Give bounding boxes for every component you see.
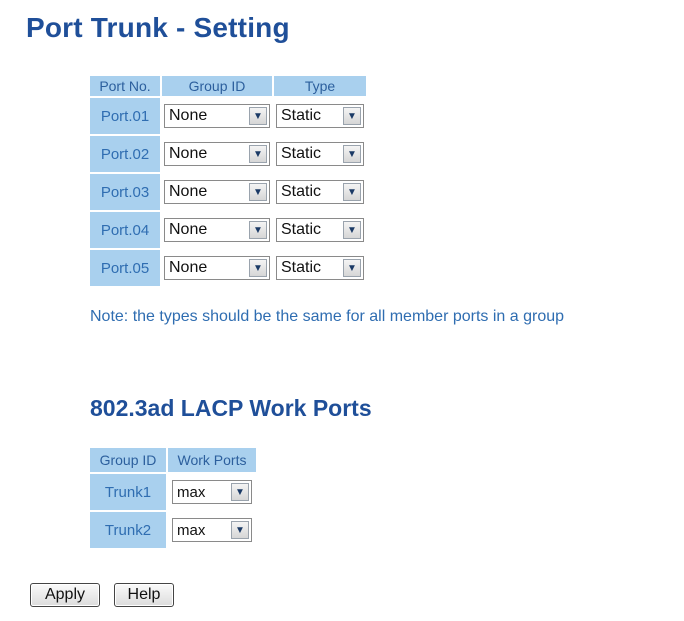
work-ports-select[interactable]: max ▼ <box>172 480 252 504</box>
note-text: Note: the types should be the same for a… <box>90 308 565 325</box>
apply-button[interactable]: Apply <box>30 583 100 607</box>
page-title: Port Trunk - Setting <box>26 12 290 43</box>
type-value: Static <box>281 183 322 200</box>
table-row: Port.02 None ▼ Static ▼ <box>90 136 366 172</box>
help-button[interactable]: Help <box>114 583 174 607</box>
table-row: Trunk2 max ▼ <box>90 512 256 548</box>
port-label: Port.04 <box>90 212 160 248</box>
table-row: Port.04 None ▼ Static ▼ <box>90 212 366 248</box>
header-work-ports: Work Ports <box>168 448 256 472</box>
lacp-section-title: 802.3ad LACP Work Ports <box>90 395 372 421</box>
chevron-down-icon[interactable]: ▼ <box>343 183 361 201</box>
group-id-value: None <box>169 221 208 238</box>
type-select[interactable]: Static ▼ <box>276 218 364 242</box>
chevron-down-icon[interactable]: ▼ <box>343 221 361 239</box>
table-row: Port.05 None ▼ Static ▼ <box>90 250 366 286</box>
type-value: Static <box>281 259 322 276</box>
type-value: Static <box>281 107 322 124</box>
type-select[interactable]: Static ▼ <box>276 142 364 166</box>
header-type: Type <box>274 76 366 96</box>
chevron-down-icon[interactable]: ▼ <box>249 259 267 277</box>
chevron-down-icon[interactable]: ▼ <box>231 483 249 501</box>
chevron-down-icon[interactable]: ▼ <box>249 221 267 239</box>
chevron-down-icon[interactable]: ▼ <box>249 183 267 201</box>
port-trunk-table: Port No. Group ID Type Port.01 None ▼ Sta… <box>88 74 368 288</box>
port-label: Port.02 <box>90 136 160 172</box>
group-id-select[interactable]: None ▼ <box>164 104 270 128</box>
type-select[interactable]: Static ▼ <box>276 104 364 128</box>
group-id-select[interactable]: None ▼ <box>164 256 270 280</box>
chevron-down-icon[interactable]: ▼ <box>231 521 249 539</box>
table-row: Trunk1 max ▼ <box>90 474 256 510</box>
table-row: Port.03 None ▼ Static ▼ <box>90 174 366 210</box>
type-select[interactable]: Static ▼ <box>276 256 364 280</box>
work-ports-value: max <box>177 483 206 501</box>
type-value: Static <box>281 145 322 162</box>
table-header-row: Port No. Group ID Type <box>90 76 366 96</box>
work-ports-select[interactable]: max ▼ <box>172 518 252 542</box>
group-id-select[interactable]: None ▼ <box>164 142 270 166</box>
group-id-select[interactable]: None ▼ <box>164 218 270 242</box>
chevron-down-icon[interactable]: ▼ <box>343 145 361 163</box>
group-id-value: None <box>169 259 208 276</box>
trunk-label: Trunk2 <box>90 512 166 548</box>
type-select[interactable]: Static ▼ <box>276 180 364 204</box>
group-id-value: None <box>169 107 208 124</box>
table-header-row: Group ID Work Ports <box>90 448 256 472</box>
lacp-work-ports-table: Group ID Work Ports Trunk1 max ▼ Trunk2 m… <box>88 446 258 550</box>
port-label: Port.05 <box>90 250 160 286</box>
header-group-id: Group ID <box>162 76 272 96</box>
group-id-select[interactable]: None ▼ <box>164 180 270 204</box>
chevron-down-icon[interactable]: ▼ <box>343 259 361 277</box>
port-label: Port.03 <box>90 174 160 210</box>
chevron-down-icon[interactable]: ▼ <box>249 145 267 163</box>
trunk-label: Trunk1 <box>90 474 166 510</box>
group-id-value: None <box>169 183 208 200</box>
chevron-down-icon[interactable]: ▼ <box>343 107 361 125</box>
chevron-down-icon[interactable]: ▼ <box>249 107 267 125</box>
header-port-no: Port No. <box>90 76 160 96</box>
table-row: Port.01 None ▼ Static ▼ <box>90 98 366 134</box>
group-id-value: None <box>169 145 208 162</box>
port-label: Port.01 <box>90 98 160 134</box>
type-value: Static <box>281 221 322 238</box>
header-group-id: Group ID <box>90 448 166 472</box>
work-ports-value: max <box>177 521 206 539</box>
